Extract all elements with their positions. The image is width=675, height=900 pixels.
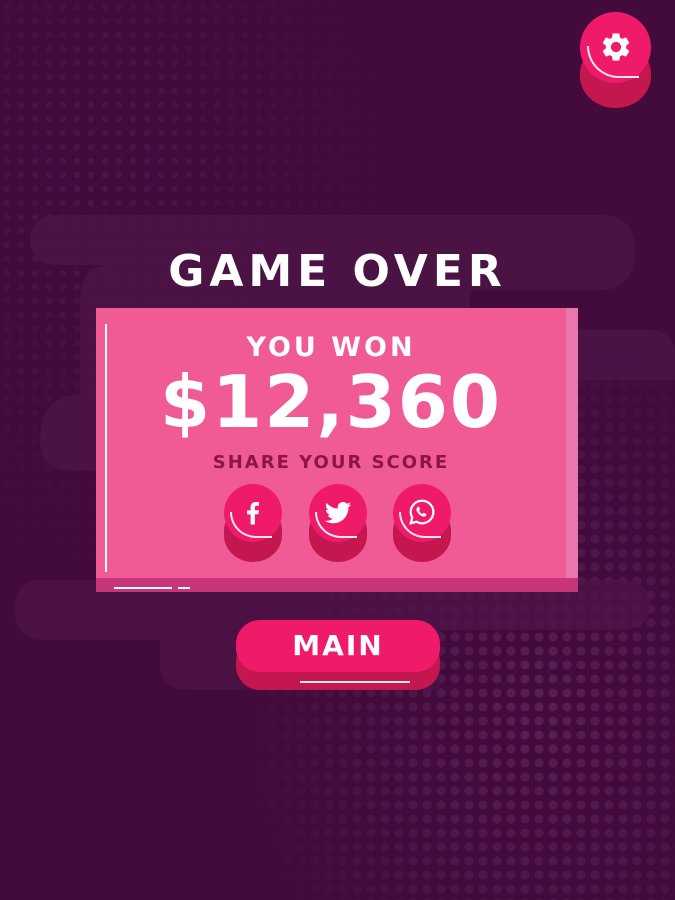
card-accent-dash — [178, 587, 190, 589]
card-accent-line-bottom — [114, 587, 172, 589]
main-button-shine — [300, 681, 410, 683]
game-over-title: GAME OVER — [168, 246, 507, 297]
twitter-icon — [324, 502, 352, 524]
result-card-face: YOU WON $12,360 SHARE YOUR SCORE — [96, 308, 566, 578]
gear-icon — [602, 33, 630, 61]
result-card-bottom — [96, 578, 578, 592]
facebook-icon — [247, 502, 259, 525]
whatsapp-icon — [409, 499, 435, 525]
whatsapp-share-button[interactable] — [393, 484, 451, 562]
won-amount: $12,360 — [160, 360, 502, 444]
main-button-label: MAIN — [292, 629, 384, 662]
result-card: YOU WON $12,360 SHARE YOUR SCORE — [96, 308, 578, 592]
main-menu-button[interactable]: MAIN — [236, 620, 440, 690]
result-card-side — [566, 308, 578, 592]
settings-button[interactable] — [580, 12, 651, 108]
share-score-label: SHARE YOUR SCORE — [212, 452, 450, 473]
facebook-share-button[interactable] — [224, 484, 282, 562]
twitter-share-button[interactable] — [309, 484, 367, 562]
